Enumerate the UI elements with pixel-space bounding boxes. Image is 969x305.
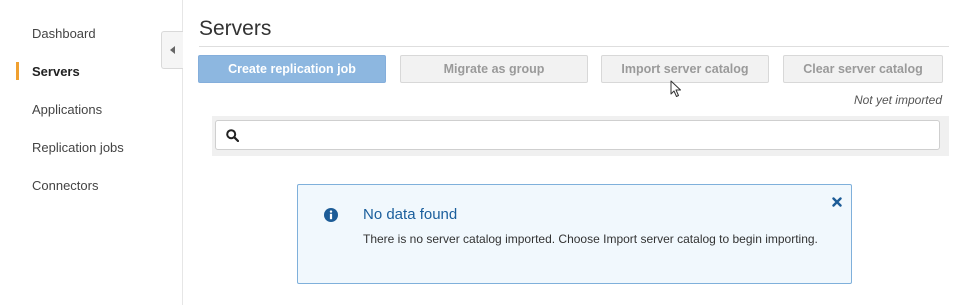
sidebar: Dashboard Servers Applications Replicati…: [0, 0, 183, 305]
info-icon: [324, 208, 338, 227]
migrate-as-group-button[interactable]: Migrate as group: [400, 55, 588, 83]
catalog-status-text: Not yet imported: [853, 93, 942, 107]
search-bar: [212, 116, 949, 156]
no-data-alert: No data found There is no server catalog…: [297, 184, 852, 284]
chevron-left-icon: [169, 46, 176, 54]
mouse-pointer-icon: [670, 80, 682, 103]
close-icon[interactable]: [832, 194, 842, 212]
sidebar-item-servers[interactable]: Servers: [32, 64, 80, 79]
page-title: Servers: [199, 17, 272, 40]
title-divider: [199, 46, 949, 47]
create-replication-job-button[interactable]: Create replication job: [198, 55, 386, 83]
clear-server-catalog-button[interactable]: Clear server catalog: [783, 55, 943, 83]
sidebar-item-dashboard[interactable]: Dashboard: [32, 26, 96, 41]
sidebar-item-replication-jobs[interactable]: Replication jobs: [32, 140, 124, 155]
active-indicator: [16, 62, 19, 80]
import-server-catalog-button[interactable]: Import server catalog: [601, 55, 769, 83]
search-icon: [226, 129, 240, 147]
search-input[interactable]: [215, 120, 940, 150]
alert-title: No data found: [363, 206, 458, 223]
sidebar-collapse-button[interactable]: [161, 31, 183, 69]
sidebar-item-connectors[interactable]: Connectors: [32, 178, 98, 193]
sidebar-item-applications[interactable]: Applications: [32, 102, 102, 117]
alert-message: There is no server catalog imported. Cho…: [363, 232, 818, 246]
